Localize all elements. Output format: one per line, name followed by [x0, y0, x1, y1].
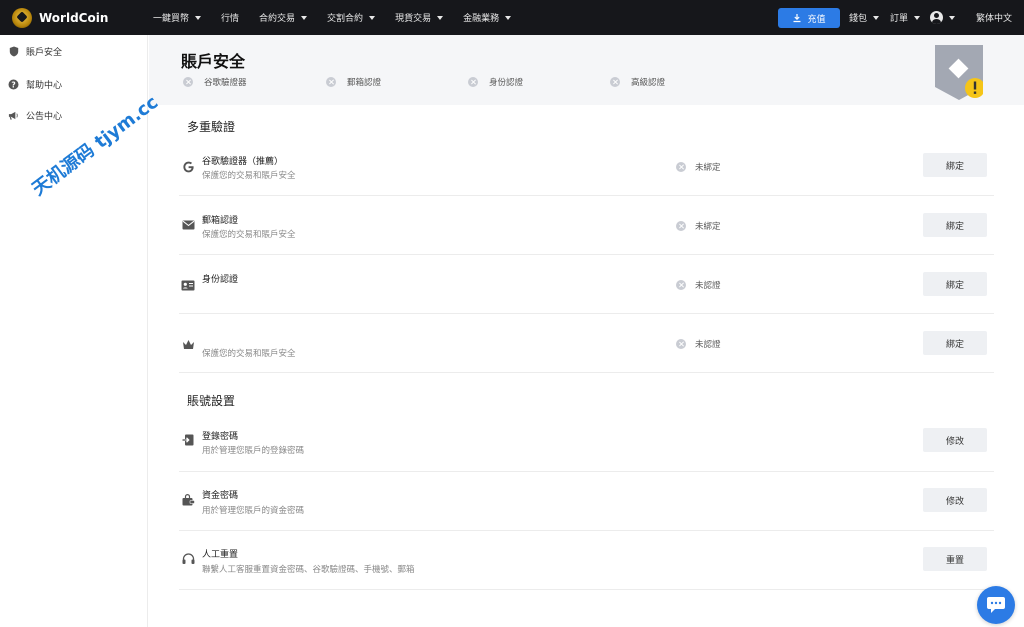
status-advanced-auth: 高級認證 [610, 76, 665, 88]
row-title: 資金密碼 [202, 491, 239, 501]
help-icon: ? [8, 79, 19, 90]
x-circle-icon [676, 339, 686, 349]
wallet-menu[interactable]: 錢包 [849, 0, 880, 35]
chevron-down-icon [914, 15, 921, 20]
headset-icon [181, 552, 195, 566]
chat-bubble-icon [987, 597, 1005, 613]
row-subtitle: 保護您的交易和賬戶安全 [202, 230, 296, 240]
mfa-row-email-auth: 郵箱認證 保護您的交易和賬戶安全 未綁定 綁定 [179, 196, 994, 255]
nav-item-contract-trading[interactable]: 合約交易 [259, 11, 308, 24]
chevron-down-icon [437, 15, 444, 20]
login-icon [181, 433, 195, 447]
megaphone-icon [8, 110, 19, 121]
chevron-down-icon [195, 15, 202, 20]
row-title: 登錄密碼 [202, 432, 239, 442]
main-content: 賬戶安全 谷歌驗證器 郵箱認證 身份認證 高級認證 多重驗證 谷歌驗證器（推薦）… [149, 35, 1024, 627]
nav-item-quick-buy[interactable]: 一鍵買幣 [153, 11, 202, 24]
mfa-row-identity-auth: 身份認證 未認證 綁定 [179, 255, 994, 314]
status-google-auth: 谷歌驗證器 [183, 76, 247, 88]
row-subtitle: 用於管理您賬戶的登錄密碼 [202, 446, 305, 456]
mfa-row-advanced-auth: 保護您的交易和賬戶安全 未認證 綁定 [179, 314, 994, 373]
bind-google-button[interactable]: 綁定 [923, 153, 987, 177]
chevron-down-icon [505, 15, 512, 20]
row-subtitle: 保護您的交易和賬戶安全 [202, 349, 296, 359]
row-title: 郵箱認證 [202, 216, 239, 226]
sidebar-item-label: 公告中心 [26, 112, 63, 122]
status-label: 未認證 [676, 279, 721, 291]
google-icon [181, 159, 195, 173]
brand-logo[interactable]: WorldCoin [12, 8, 108, 28]
row-subtitle: 聯繫人工客服重置資金密碼、谷歌驗證碼、手機號、郵箱 [202, 565, 415, 575]
main-nav: 一鍵買幣 行情 合約交易 交割合約 現貨交易 金融業務 [153, 0, 531, 35]
account-row-login-password: 登錄密碼 用於管理您賬戶的登錄密碼 修改 [179, 413, 994, 472]
chevron-down-icon [873, 15, 880, 20]
status-email-auth: 郵箱認證 [326, 76, 381, 88]
status-label: 未認證 [676, 338, 721, 350]
user-menu[interactable] [930, 0, 955, 35]
status-label: 未綁定 [676, 161, 721, 173]
row-title: 谷歌驗證器（推薦） [202, 157, 284, 167]
status-identity-auth: 身份認證 [468, 76, 523, 88]
wallet-lock-icon [181, 493, 195, 507]
change-login-password-button[interactable]: 修改 [923, 428, 987, 452]
sidebar-item-help-center[interactable]: ? 幫助中心 [8, 78, 62, 91]
language-switch[interactable]: 繁体中文 [976, 0, 1012, 35]
mfa-row-google-auth: 谷歌驗證器（推薦） 保護您的交易和賬戶安全 未綁定 綁定 [179, 137, 994, 196]
top-navbar: WorldCoin 一鍵買幣 行情 合約交易 交割合約 現貨交易 金融業務 充值… [0, 0, 1024, 35]
x-circle-icon [676, 280, 686, 290]
chevron-down-icon [949, 15, 955, 20]
page-title: 賬戶安全 [181, 52, 246, 71]
nav-item-market[interactable]: 行情 [221, 11, 239, 24]
nav-item-delivery-contract[interactable]: 交割合約 [327, 11, 376, 24]
chevron-down-icon [369, 15, 376, 20]
x-circle-icon [183, 77, 193, 87]
mfa-section-title: 多重驗證 [187, 120, 236, 134]
id-card-icon [181, 278, 195, 292]
user-avatar-icon [930, 11, 943, 24]
account-row-manual-reset: 人工重置 聯繫人工客服重置資金密碼、谷歌驗證碼、手機號、郵箱 重置 [179, 531, 994, 590]
shield-icon [8, 46, 19, 57]
row-subtitle: 保護您的交易和賬戶安全 [202, 171, 296, 181]
change-fund-password-button[interactable]: 修改 [923, 488, 987, 512]
sidebar-item-account-security[interactable]: 賬戶安全 [8, 45, 62, 58]
nav-item-spot-trading[interactable]: 現貨交易 [395, 11, 444, 24]
bind-identity-button[interactable]: 綁定 [923, 272, 987, 296]
bind-advanced-button[interactable]: 綁定 [923, 331, 987, 355]
svg-text:?: ? [11, 80, 15, 89]
row-title: 身份認證 [202, 275, 239, 285]
row-title: 人工重置 [202, 550, 239, 560]
x-circle-icon [468, 77, 478, 87]
brand-name: WorldCoin [39, 11, 109, 25]
chevron-down-icon [301, 15, 308, 20]
chat-support-button[interactable] [977, 586, 1015, 624]
crown-icon [181, 337, 195, 351]
sidebar-item-announcements[interactable]: 公告中心 [8, 109, 62, 122]
nav-item-finance[interactable]: 金融業務 [463, 11, 512, 24]
manual-reset-button[interactable]: 重置 [923, 547, 987, 571]
download-icon [793, 14, 801, 23]
mail-icon [181, 218, 195, 232]
x-circle-icon [610, 77, 620, 87]
sidebar-item-label: 賬戶安全 [26, 48, 63, 58]
x-circle-icon [676, 221, 686, 231]
security-level-shield-icon [935, 45, 983, 100]
x-circle-icon [676, 162, 686, 172]
orders-menu[interactable]: 訂單 [890, 0, 921, 35]
deposit-button[interactable]: 充值 [778, 8, 840, 28]
account-row-fund-password: 資金密碼 用於管理您賬戶的資金密碼 修改 [179, 472, 994, 531]
status-label: 未綁定 [676, 220, 721, 232]
logo-icon [12, 8, 32, 28]
x-circle-icon [326, 77, 336, 87]
bind-email-button[interactable]: 綁定 [923, 213, 987, 237]
account-section-title: 賬號設置 [187, 394, 236, 408]
row-subtitle: 用於管理您賬戶的資金密碼 [202, 506, 305, 516]
security-header: 賬戶安全 谷歌驗證器 郵箱認證 身份認證 高級認證 [149, 35, 1024, 105]
sidebar-item-label: 幫助中心 [26, 81, 63, 91]
